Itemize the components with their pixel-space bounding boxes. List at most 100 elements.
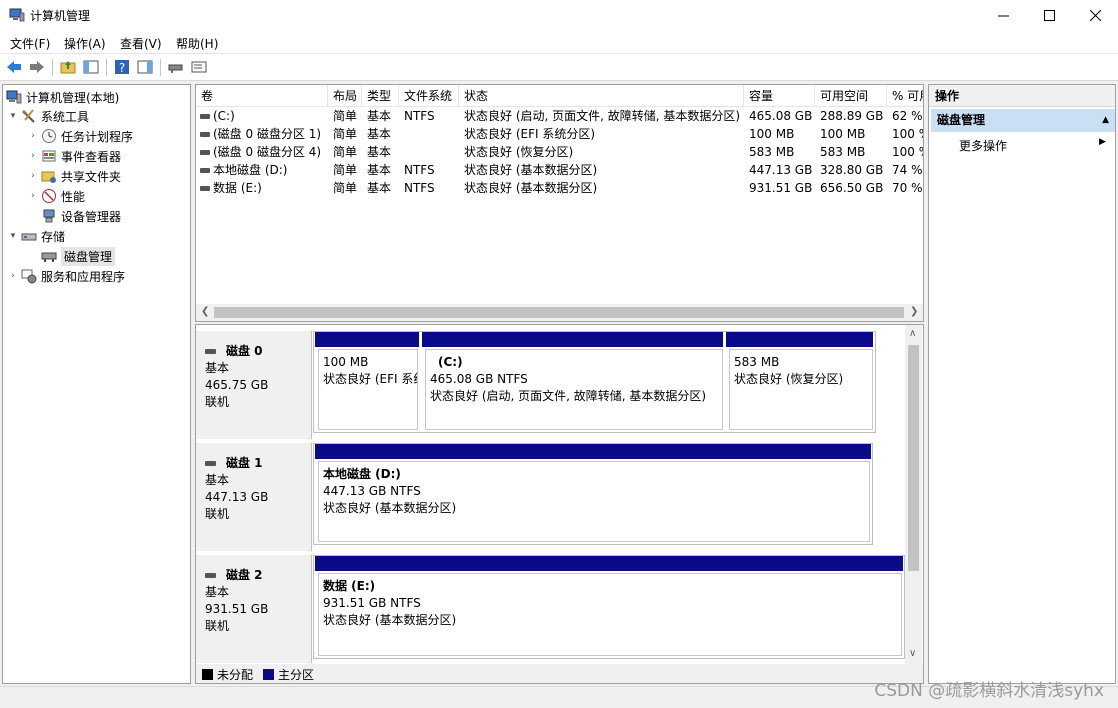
- partition-d[interactable]: 本地磁盘 (D:) 447.13 GB NTFS 状态良好 (基本数据分区): [318, 461, 870, 542]
- submenu-arrow-icon[interactable]: ▶: [1099, 137, 1106, 147]
- disk-icon[interactable]: [167, 58, 185, 76]
- column-header[interactable]: 类型: [362, 85, 399, 107]
- volume-icon: [200, 114, 210, 119]
- volume-cell: 74 %: [892, 163, 923, 177]
- disk-info[interactable]: 磁盘 1 基本 447.13 GB 联机: [196, 443, 312, 551]
- tree-item-system-tools[interactable]: ▾ 系统工具: [7, 106, 89, 126]
- disk-row[interactable]: 磁盘 0 基本 465.75 GB 联机 100 MB 状态良好 (EFI 系统…: [196, 331, 906, 441]
- services-icon: [21, 269, 37, 284]
- volume-cell: 基本: [367, 181, 392, 195]
- performance-icon: [42, 189, 56, 203]
- partition-bar: [422, 332, 723, 347]
- back-arrow-icon[interactable]: [5, 58, 23, 76]
- disk-info[interactable]: 磁盘 0 基本 465.75 GB 联机: [196, 331, 312, 439]
- scroll-right-icon[interactable]: ❯: [910, 306, 918, 317]
- collapse-icon[interactable]: ▾: [7, 231, 19, 241]
- help-icon[interactable]: ?: [113, 58, 131, 76]
- disk-name: 磁盘 2: [205, 567, 311, 584]
- tree-item-services-apps[interactable]: › 服务和应用程序: [7, 266, 125, 286]
- collapse-up-icon[interactable]: ▲: [1102, 109, 1109, 132]
- properties-icon[interactable]: [136, 58, 154, 76]
- navigation-tree: 计算机管理(本地) ▾ 系统工具 › 任务计划程序 › 事件查看器 › 共享文件…: [2, 84, 191, 684]
- computer-management-icon: [9, 8, 25, 22]
- volume-cell: 447.13 GB: [749, 163, 813, 177]
- tree-item-performance[interactable]: › 性能: [27, 186, 85, 206]
- tree-item-shared-folders[interactable]: › 共享文件夹: [27, 166, 121, 186]
- expand-icon[interactable]: ›: [7, 271, 19, 281]
- partition-name: 数据 (E:): [323, 579, 376, 593]
- disk-name-label: 磁盘 1: [226, 456, 263, 470]
- menu-view[interactable]: 查看(V): [120, 35, 162, 52]
- scrollbar-thumb[interactable]: [908, 345, 919, 571]
- column-header[interactable]: 文件系统: [399, 85, 459, 107]
- show-hide-tree-icon[interactable]: [82, 58, 100, 76]
- volume-cell: 简单: [333, 127, 358, 141]
- column-header[interactable]: 容量: [744, 85, 815, 107]
- disk-type: 基本: [205, 473, 230, 487]
- tree-item-disk-management[interactable]: 磁盘管理: [27, 246, 116, 266]
- expand-icon[interactable]: ›: [27, 171, 39, 181]
- event-viewer-icon: [42, 150, 56, 162]
- volume-cell: 状态良好 (恢复分区): [464, 145, 574, 159]
- menu-bar: 文件(F) 操作(A) 查看(V) 帮助(H): [0, 31, 1118, 54]
- tree-item-task-scheduler[interactable]: › 任务计划程序: [27, 126, 133, 146]
- actions-section-disk-management[interactable]: 磁盘管理 ▲: [931, 109, 1115, 132]
- volume-name: (磁盘 0 磁盘分区 1): [213, 127, 322, 141]
- collapse-icon[interactable]: ▾: [7, 111, 19, 121]
- tree-root[interactable]: 计算机管理(本地): [6, 87, 119, 107]
- scroll-left-icon[interactable]: ❮: [201, 306, 209, 317]
- expand-icon[interactable]: ›: [27, 191, 39, 201]
- menu-action[interactable]: 操作(A): [64, 35, 106, 52]
- column-header[interactable]: 可用空间: [815, 85, 887, 107]
- column-header[interactable]: % 可用: [887, 85, 923, 107]
- volume-cell: [404, 143, 459, 161]
- scroll-down-icon[interactable]: ∨: [909, 648, 916, 659]
- tree-item-storage[interactable]: ▾ 存储: [7, 226, 65, 246]
- vertical-scrollbar[interactable]: ∧ ∨: [905, 325, 922, 665]
- tree-item-event-viewer[interactable]: › 事件查看器: [27, 146, 121, 166]
- partition-c[interactable]: (C:) 465.08 GB NTFS 状态良好 (启动, 页面文件, 故障转储…: [425, 349, 723, 430]
- disk-info[interactable]: 磁盘 2 基本 931.51 GB 联机: [196, 555, 312, 663]
- scroll-up-icon[interactable]: ∧: [909, 328, 916, 339]
- console-icon[interactable]: [190, 58, 208, 76]
- expand-icon[interactable]: ›: [27, 151, 39, 161]
- horizontal-scrollbar[interactable]: ❮ ❯: [196, 304, 923, 321]
- volume-icon: [200, 186, 210, 191]
- volume-cell: 基本: [367, 145, 392, 159]
- forward-arrow-icon[interactable]: [28, 58, 46, 76]
- partition-e[interactable]: 数据 (E:) 931.51 GB NTFS 状态良好 (基本数据分区): [318, 573, 902, 656]
- column-header[interactable]: 状态: [459, 85, 744, 107]
- disk-icon: [205, 349, 216, 354]
- menu-help[interactable]: 帮助(H): [176, 35, 218, 52]
- volume-cell: 简单: [333, 109, 358, 123]
- disk-row[interactable]: 磁盘 2 基本 931.51 GB 联机 数据 (E:) 931.51 GB N…: [196, 555, 906, 665]
- volume-row[interactable]: 本地磁盘 (D:) 简单 基本 NTFS 状态良好 (基本数据分区) 447.1…: [196, 161, 923, 179]
- volume-cell: 简单: [333, 163, 358, 177]
- tree-root-label: 计算机管理(本地): [26, 90, 120, 105]
- volume-row[interactable]: (磁盘 0 磁盘分区 1) 简单 基本 状态良好 (EFI 系统分区) 100 …: [196, 125, 923, 143]
- column-header[interactable]: 卷: [196, 85, 328, 107]
- volume-cell: (C:): [200, 107, 328, 125]
- minimize-button[interactable]: [980, 0, 1026, 31]
- actions-header: 操作: [929, 85, 1115, 107]
- scrollbar-thumb[interactable]: [214, 307, 904, 318]
- disk-row[interactable]: 磁盘 1 基本 447.13 GB 联机 本地磁盘 (D:) 447.13 GB…: [196, 443, 906, 553]
- tree-item-device-manager[interactable]: 设备管理器: [27, 206, 121, 226]
- maximize-button[interactable]: [1026, 0, 1072, 31]
- volume-list: 卷 布局 类型 文件系统 状态 容量 可用空间 % 可用 (C:) 简单 基本 …: [195, 84, 924, 322]
- more-actions-item[interactable]: 更多操作: [959, 137, 1007, 154]
- volume-row[interactable]: (磁盘 0 磁盘分区 4) 简单 基本 状态良好 (恢复分区) 583 MB 5…: [196, 143, 923, 161]
- menu-file[interactable]: 文件(F): [10, 35, 50, 52]
- shared-folder-icon: [41, 171, 56, 183]
- folder-up-icon[interactable]: [59, 58, 77, 76]
- column-header[interactable]: 布局: [328, 85, 362, 107]
- expand-icon[interactable]: ›: [27, 131, 39, 141]
- tools-icon: [22, 109, 35, 123]
- volume-list-header: 卷 布局 类型 文件系统 状态 容量 可用空间 % 可用: [196, 85, 923, 107]
- partition-recovery[interactable]: 583 MB 状态良好 (恢复分区): [729, 349, 873, 430]
- close-button[interactable]: [1072, 0, 1118, 31]
- volume-cell: 状态良好 (基本数据分区): [464, 181, 598, 195]
- volume-row[interactable]: (C:) 简单 基本 NTFS 状态良好 (启动, 页面文件, 故障转储, 基本…: [196, 107, 923, 125]
- partition-efi[interactable]: 100 MB 状态良好 (EFI 系统分区): [318, 349, 418, 430]
- volume-row[interactable]: 数据 (E:) 简单 基本 NTFS 状态良好 (基本数据分区) 931.51 …: [196, 179, 923, 197]
